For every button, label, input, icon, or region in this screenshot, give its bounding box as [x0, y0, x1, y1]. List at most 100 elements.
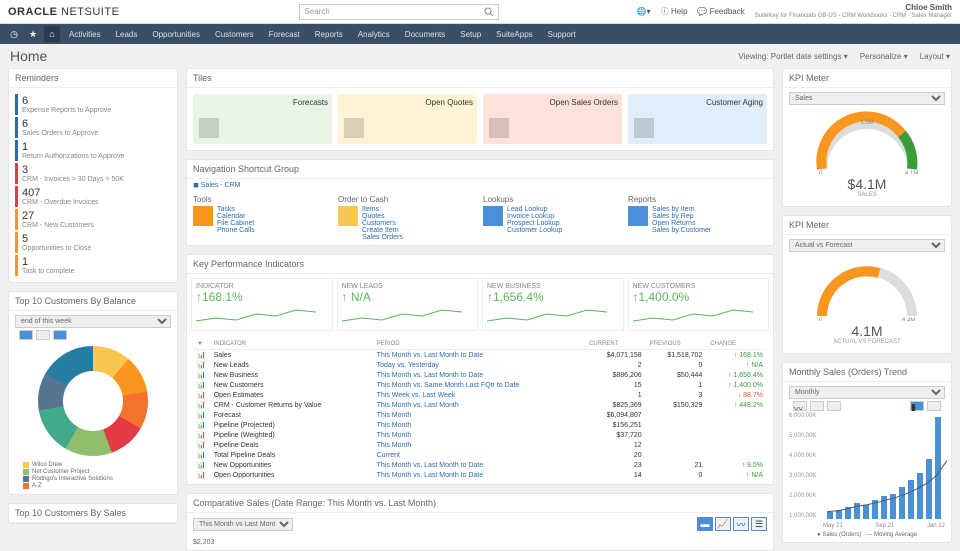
sparkline	[342, 306, 474, 324]
table-row[interactable]: 📊Open EstimatesThis Week vs. Last Week13…	[193, 390, 767, 400]
reminder-item[interactable]: 6Expense Reports to Approve	[15, 94, 171, 115]
bar	[917, 473, 923, 519]
reminder-item[interactable]: 27CRM - New Customers	[15, 209, 171, 230]
reminder-item[interactable]: 6Sales Orders to Approve	[15, 117, 171, 138]
nsg-icon	[338, 206, 358, 226]
nsg-portlet: Navigation Shortcut Group ◼ Sales - CRM …	[186, 159, 774, 246]
table-row[interactable]: 📊Total Pipeline DealsCurrent20	[193, 450, 767, 460]
globe-icon[interactable]: 🌐▾	[637, 7, 651, 16]
trend-select[interactable]: Monthly	[789, 386, 945, 399]
table-row[interactable]: 📊Pipeline (Projected)This Month$156,251	[193, 420, 767, 430]
nav-item[interactable]: Forecast	[263, 30, 306, 39]
nsg-link[interactable]: Invoice Lookup	[507, 213, 562, 220]
reminder-item[interactable]: 5Opportunities to Close	[15, 232, 171, 253]
page-header: Home Viewing: Portlet date settings ▾ Pe…	[0, 44, 960, 68]
tile[interactable]: Customer Aging	[628, 94, 767, 144]
nsg-link[interactable]: Sales Orders	[362, 234, 403, 241]
user-menu[interactable]: Chloe Smith SuiteKey for Financials GB-U…	[755, 4, 952, 19]
bar	[935, 417, 941, 519]
portlet-title: Top 10 Customers By Sales	[9, 504, 177, 523]
nsg-link[interactable]: Lead Lookup	[507, 206, 562, 213]
portlet-title: KPI Meter	[783, 216, 951, 235]
nsg-link[interactable]: Quotes	[362, 213, 403, 220]
table-row[interactable]: 📊ForecastThis Month$6,094,807	[193, 410, 767, 420]
help-link[interactable]: ⓘ Help	[661, 6, 688, 17]
nsg-link[interactable]: Customers	[362, 220, 403, 227]
nsg-link[interactable]: Open Returns	[652, 220, 711, 227]
nsg-link[interactable]: Sales by Customer	[652, 227, 711, 234]
table-row[interactable]: 📊Pipeline (Weighted)This Month$37,720	[193, 430, 767, 440]
nsg-link[interactable]: Sales by Rep	[652, 213, 711, 220]
nsg-link[interactable]: Phone Calls	[217, 227, 255, 234]
nav-item[interactable]: Opportunities	[146, 30, 206, 39]
nav-item[interactable]: Documents	[399, 30, 451, 39]
portlet-title: Key Performance Indicators	[187, 255, 773, 274]
table-row[interactable]: 📊New LeadsToday vs. Yesterday20↑ N/A	[193, 360, 767, 370]
nav-item[interactable]: Analytics	[352, 30, 396, 39]
meter-select[interactable]: Sales	[789, 92, 945, 105]
nsg-link[interactable]: Sales by Item	[652, 206, 711, 213]
bar	[908, 480, 914, 519]
chart-type-toggle[interactable]: ▬📈〰☰	[697, 517, 767, 531]
reminders-portlet: Reminders 6Expense Reports to Approve6Sa…	[8, 68, 178, 283]
tile-icon	[634, 118, 654, 138]
donut-chart	[38, 346, 148, 456]
portlet-title: KPI Meter	[783, 69, 951, 88]
nav-item[interactable]: Reports	[309, 30, 349, 39]
top-balance-portlet: Top 10 Customers By Balance end of this …	[8, 291, 178, 495]
nsg-crumb[interactable]: Sales - CRM	[201, 182, 241, 189]
nsg-column: Order to CashItemsQuotesCustomersCreate …	[338, 195, 477, 241]
nav-item[interactable]: Activities	[63, 30, 107, 39]
nav-item[interactable]: Leads	[110, 30, 144, 39]
tile[interactable]: Open Quotes	[338, 94, 477, 144]
reminder-item[interactable]: 407CRM - Overdue Invoices	[15, 186, 171, 207]
layout-menu[interactable]: Layout ▾	[920, 52, 950, 61]
table-row[interactable]: 📊CRM - Customer Returns by ValueThis Mon…	[193, 400, 767, 410]
search-input[interactable]: Search	[299, 4, 499, 20]
reminder-item[interactable]: 1Task to complete	[15, 255, 171, 276]
home-icon[interactable]: ⌂	[44, 26, 60, 42]
star-icon[interactable]: ★	[25, 26, 41, 42]
kpi-card: NEW BUSINESS↑1,656.4%	[482, 278, 624, 331]
table-row[interactable]: 📊Pipeline DealsThis Month12	[193, 440, 767, 450]
nsg-link[interactable]: Create Item	[362, 227, 403, 234]
nav-item[interactable]: Support	[542, 30, 582, 39]
bar	[890, 494, 896, 519]
table-row[interactable]: 📊Open OpportunitiesThis Month vs. Last M…	[193, 470, 767, 480]
reminder-item[interactable]: 3CRM - Invoices > 30 Days > 50K	[15, 163, 171, 184]
kpi-table: ▼INDICATORPERIODCURRENTPREVIOUSCHANGE📊Sa…	[193, 339, 767, 480]
tile-icon	[199, 118, 219, 138]
nsg-link[interactable]: Prospect Lookup	[507, 220, 562, 227]
sparkline	[633, 306, 765, 324]
personalize-menu[interactable]: Personalize ▾	[860, 52, 908, 61]
table-row[interactable]: 📊SalesThis Month vs. Last Month to Date$…	[193, 350, 767, 361]
trend-chart	[823, 413, 945, 523]
chart-view-toggle[interactable]: 〰▮	[793, 401, 941, 411]
nav-item[interactable]: SuiteApps	[490, 30, 538, 39]
nsg-link[interactable]: Calendar	[217, 213, 255, 220]
portlet-title: Monthly Sales (Orders) Trend	[783, 363, 951, 382]
nsg-link[interactable]: Customer Lookup	[507, 227, 562, 234]
kpi-card: INDICATOR↑168.1%	[191, 278, 333, 331]
feedback-link[interactable]: 💬 Feedback	[697, 7, 744, 16]
table-row[interactable]: 📊New CustomersThis Month vs. Same Month …	[193, 380, 767, 390]
tile[interactable]: Open Sales Orders	[483, 94, 622, 144]
balance-filter[interactable]: end of this week	[15, 315, 171, 328]
nav-item[interactable]: Customers	[209, 30, 260, 39]
chart-view-toggle[interactable]	[19, 330, 167, 340]
nsg-link[interactable]: File Cabinet	[217, 220, 255, 227]
reminder-item[interactable]: 1Return Authorizations to Approve	[15, 140, 171, 161]
comp-sales-total: $2,203	[187, 535, 773, 550]
bar	[899, 487, 905, 519]
comp-sales-filter[interactable]: This Month vs Last Month	[193, 518, 293, 531]
nsg-link[interactable]: Items	[362, 206, 403, 213]
recent-icon[interactable]: ◷	[6, 26, 22, 42]
sparkline	[487, 306, 619, 324]
nav-item[interactable]: Setup	[454, 30, 487, 39]
meter-select[interactable]: Actual vs Forecast	[789, 239, 945, 252]
tile[interactable]: Forecasts	[193, 94, 332, 144]
table-row[interactable]: 📊New OpportunitiesThis Month vs. Last Mo…	[193, 460, 767, 470]
nsg-link[interactable]: Tasks	[217, 206, 255, 213]
viewing-menu[interactable]: Viewing: Portlet date settings ▾	[738, 52, 847, 61]
table-row[interactable]: 📊New BusinessThis Month vs. Last Month t…	[193, 370, 767, 380]
